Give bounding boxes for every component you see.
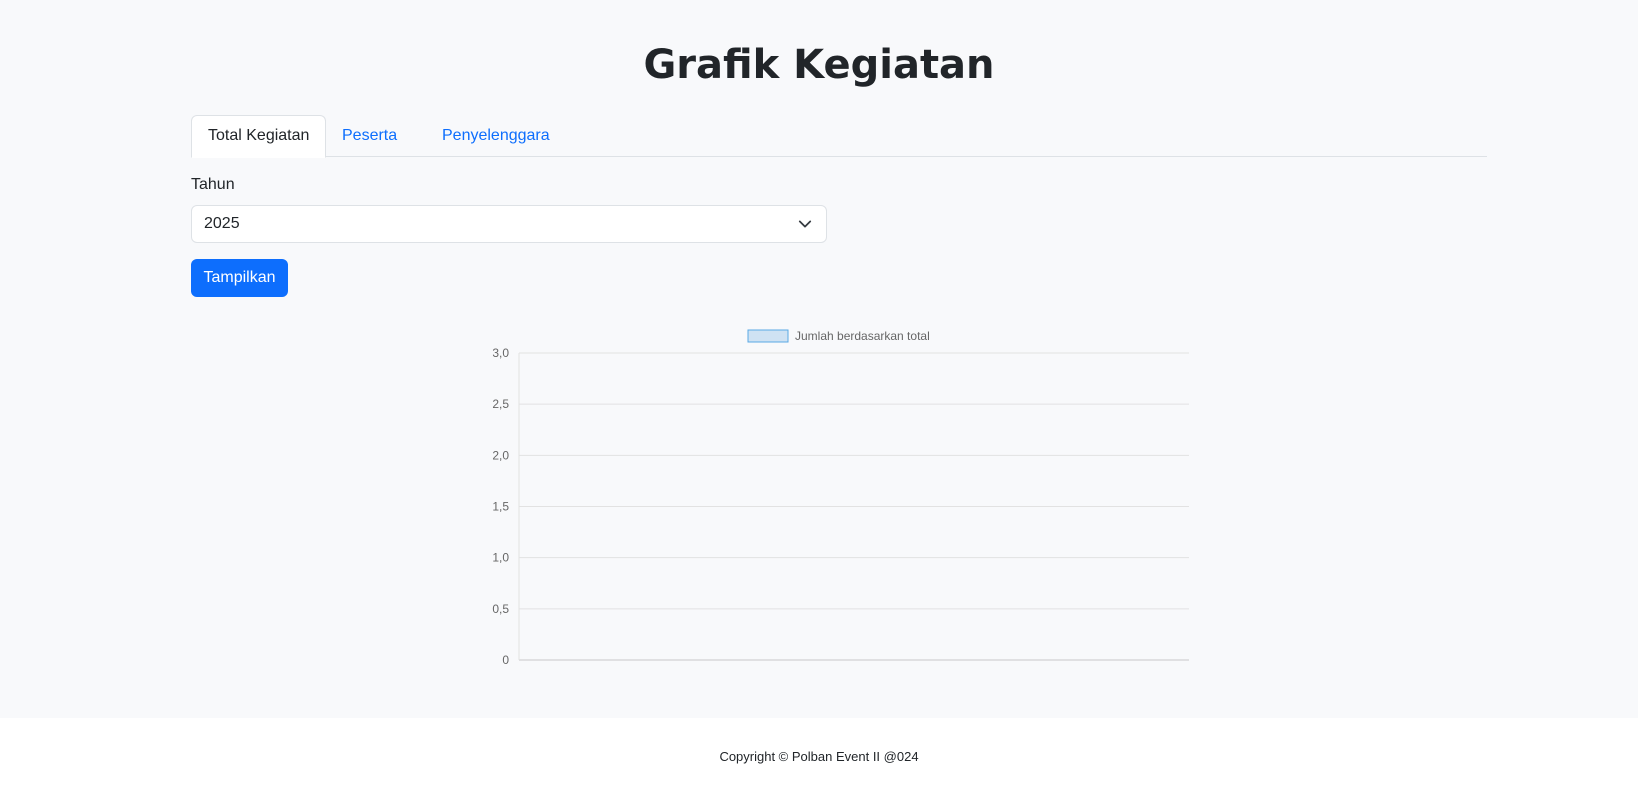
activity-chart: 0 0,5 1,0 1,5 2,0 2,5 3,0 Jumlah berdasarkan to… (492, 329, 1189, 667)
y-tick-label: 2,5 (492, 397, 509, 411)
y-tick-label: 0 (502, 653, 509, 667)
legend-label: Jumlah berdasarkan total (795, 329, 930, 343)
y-tick-label: 3,0 (492, 346, 509, 360)
y-tick-label: 1,5 (492, 500, 509, 514)
main-content: Grafik Kegiatan Total Kegiatan Peserta P… (0, 0, 1638, 718)
y-tick-label: 1,0 (492, 551, 509, 565)
y-tick-label: 0,5 (492, 602, 509, 616)
y-tick-label: 2,0 (492, 448, 509, 462)
legend-swatch (747, 329, 789, 343)
footer-copyright: Copyright © Polban Event II @024 (719, 749, 919, 764)
